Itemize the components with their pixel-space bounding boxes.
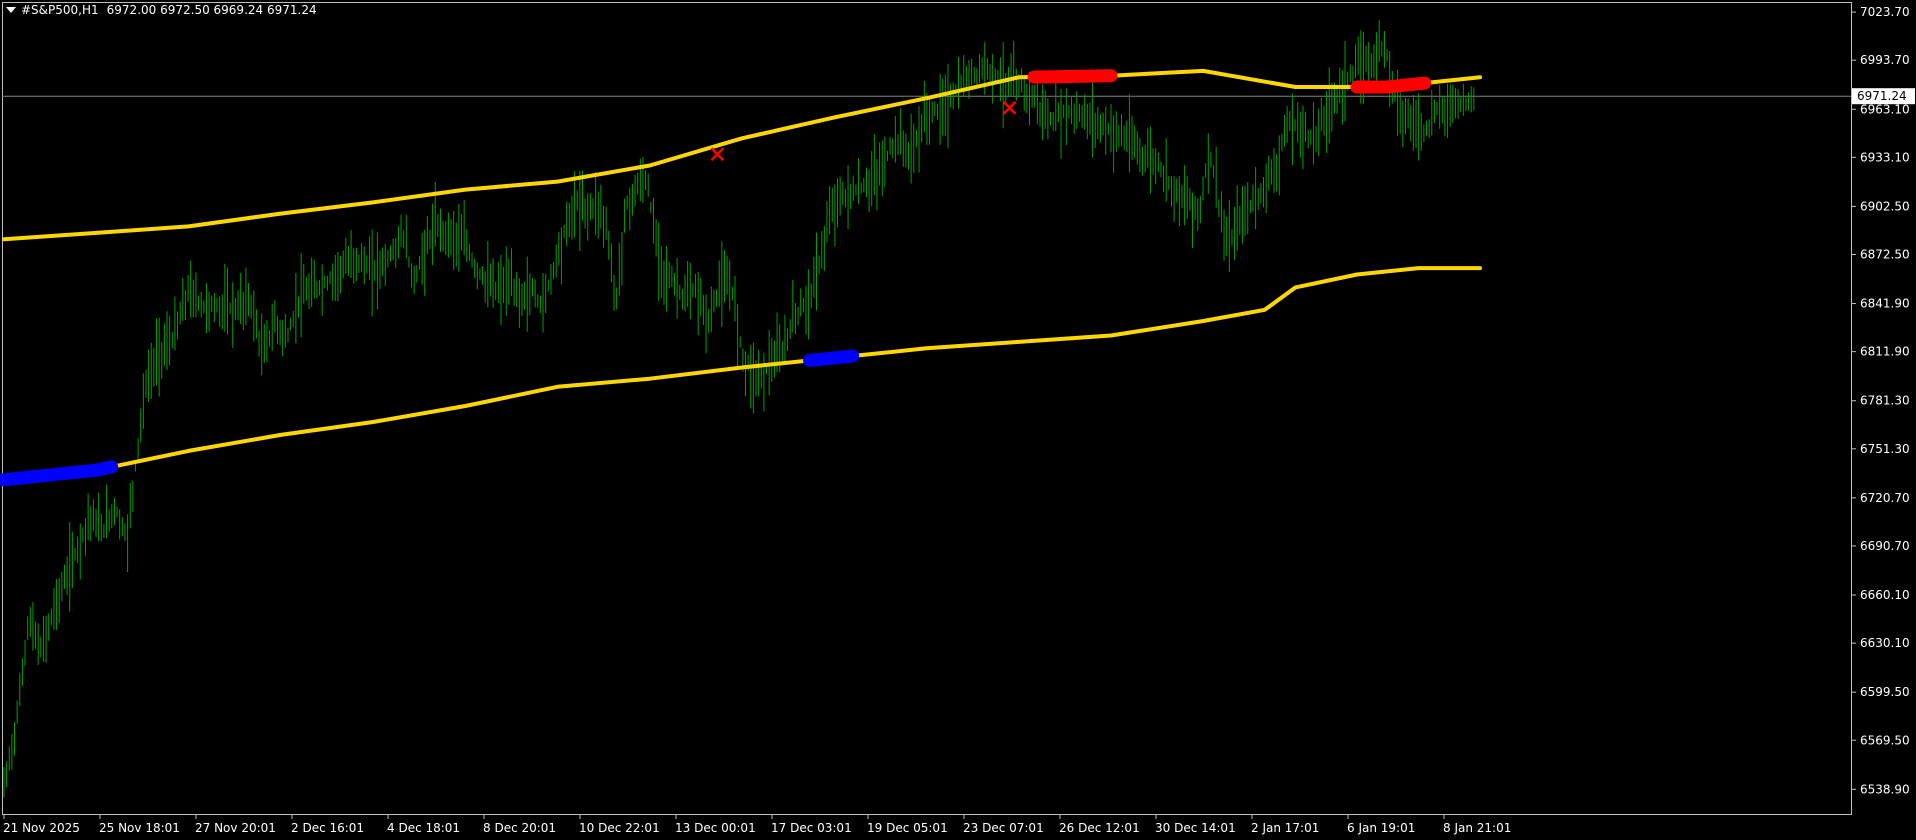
y-tick-label: 6690.70 — [1860, 539, 1910, 553]
x-tick-label: 17 Dec 03:01 — [771, 821, 852, 835]
y-tick-label: 6538.90 — [1860, 782, 1910, 796]
x-tick-label: 8 Dec 20:01 — [483, 821, 556, 835]
chart-background — [0, 0, 1916, 840]
y-tick-label: 6902.50 — [1860, 199, 1910, 213]
symbol-timeframe: #S&P500,H1 — [21, 3, 99, 17]
y-tick-label: 6660.10 — [1860, 588, 1910, 602]
menu-triangle-icon[interactable] — [6, 7, 16, 13]
y-tick-label: 7023.70 — [1860, 5, 1910, 19]
y-tick-label: 6599.50 — [1860, 685, 1910, 699]
x-tick-label: 8 Jan 21:01 — [1443, 821, 1511, 835]
x-tick-label: 10 Dec 22:01 — [579, 821, 660, 835]
y-tick-label: 6569.50 — [1860, 733, 1910, 747]
x-tick-label: 25 Nov 18:01 — [99, 821, 180, 835]
x-tick-label: 13 Dec 00:01 — [675, 821, 756, 835]
x-tick-label: 21 Nov 2025 — [3, 821, 80, 835]
y-tick-label: 6811.90 — [1860, 345, 1910, 359]
y-tick-label: 6781.30 — [1860, 394, 1910, 408]
x-tick-label: 2 Dec 16:01 — [291, 821, 364, 835]
buy-signal-segment — [803, 349, 860, 367]
current-price-label: 6971.24 — [1857, 89, 1907, 103]
chart-header: #S&P500,H1 6972.00 6972.50 6969.24 6971.2… — [6, 3, 317, 17]
y-tick-label: 6963.10 — [1860, 102, 1910, 116]
y-tick-label: 6933.10 — [1860, 150, 1910, 164]
y-tick-label: 6751.30 — [1860, 442, 1910, 456]
price-chart[interactable]: 7023.70 6993.70 6963.10 6933.10 6902.50 6872.… — [0, 0, 1916, 840]
x-tick-label: 23 Dec 07:01 — [963, 821, 1044, 835]
y-tick-label: 6720.70 — [1860, 491, 1910, 505]
x-tick-label: 2 Jan 17:01 — [1251, 821, 1319, 835]
chart-window[interactable]: 7023.70 6993.70 6963.10 6933.10 6902.50 6872.… — [0, 0, 1916, 840]
y-tick-label: 6630.10 — [1860, 636, 1910, 650]
x-tick-label: 19 Dec 05:01 — [867, 821, 948, 835]
x-tick-label: 30 Dec 14:01 — [1155, 821, 1236, 835]
sell-signal-segment — [1027, 69, 1118, 84]
y-tick-label: 6841.90 — [1860, 297, 1910, 311]
y-tick-label: 6872.50 — [1860, 247, 1910, 261]
x-tick-label: 4 Dec 18:01 — [387, 821, 460, 835]
ohlc-values: 6972.00 6972.50 6969.24 6971.24 — [106, 3, 317, 17]
x-tick-label: 26 Dec 12:01 — [1059, 821, 1140, 835]
sell-signal-segment — [1350, 76, 1432, 94]
x-tick-label: 27 Nov 20:01 — [195, 821, 276, 835]
x-tick-label: 6 Jan 19:01 — [1347, 821, 1415, 835]
y-tick-label: 6993.70 — [1860, 53, 1910, 67]
